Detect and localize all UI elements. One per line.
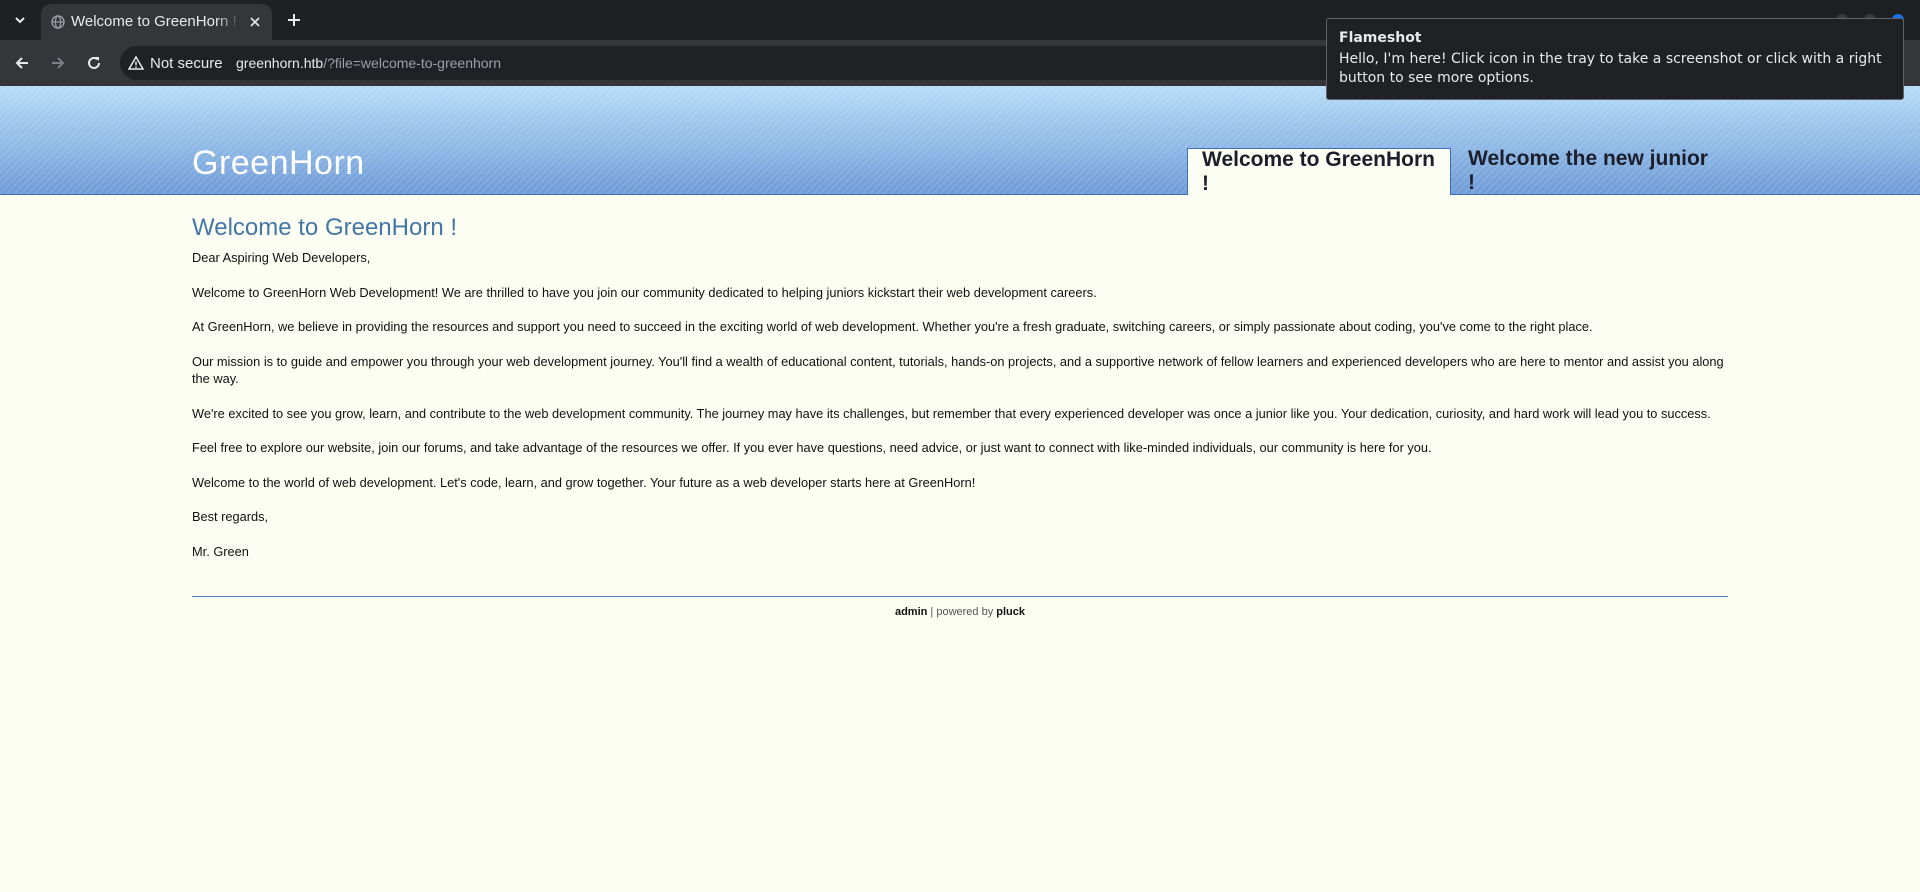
site-header: GreenHorn Welcome to GreenHorn ! Welcome… bbox=[0, 86, 1920, 195]
security-indicator[interactable]: Not secure bbox=[128, 46, 223, 80]
back-icon bbox=[15, 57, 28, 69]
notification-title: Flameshot bbox=[1339, 30, 1422, 46]
flameshot-notification[interactable]: Flameshot Hello, I'm here! Click icon in… bbox=[1326, 18, 1904, 100]
close-tab-button[interactable] bbox=[246, 13, 264, 31]
tab-list-button[interactable] bbox=[4, 8, 36, 32]
url-path: /?file=welcome-to-greenhorn bbox=[323, 55, 502, 71]
paragraph-mission: Our mission is to guide and empower you … bbox=[192, 353, 1724, 387]
notification-body: Hello, I'm here! Click icon in the tray … bbox=[1339, 51, 1882, 86]
reload-button[interactable] bbox=[82, 51, 106, 75]
powered-by-text: | powered by bbox=[927, 606, 997, 618]
paragraph-greeting: Dear Aspiring Web Developers, bbox=[192, 250, 371, 265]
new-tab-button[interactable] bbox=[282, 8, 306, 32]
paragraph-regards: Best regards, bbox=[192, 509, 269, 524]
page-content: Welcome to GreenHorn ! Dear Aspiring Web… bbox=[192, 214, 1728, 577]
forward-button[interactable] bbox=[46, 51, 70, 75]
paragraph-explore: Feel free to explore our website, join o… bbox=[192, 440, 1432, 455]
paragraph-signature: Mr. Green bbox=[192, 543, 249, 559]
paragraph-welcome: Welcome to GreenHorn Web Development! We… bbox=[192, 284, 1097, 300]
forward-icon bbox=[52, 57, 65, 69]
nav-tab-welcome-to-greenhorn[interactable]: Welcome to GreenHorn ! bbox=[1187, 148, 1451, 195]
reload-icon bbox=[88, 56, 100, 69]
back-button[interactable] bbox=[10, 51, 34, 75]
footer: admin | powered by pluck bbox=[0, 606, 1920, 618]
security-label: Not secure bbox=[150, 54, 223, 72]
nav-tab-welcome-new-junior[interactable]: Welcome the new junior ! bbox=[1454, 147, 1726, 194]
footer-divider bbox=[192, 596, 1728, 597]
pluck-link[interactable]: pluck bbox=[996, 606, 1025, 618]
close-icon bbox=[250, 17, 260, 27]
page-heading: Welcome to GreenHorn ! bbox=[192, 214, 457, 241]
url-text[interactable]: greenhorn.htb/?file=welcome-to-greenhorn bbox=[236, 55, 501, 71]
plus-icon bbox=[288, 14, 300, 26]
site-title[interactable]: GreenHorn bbox=[192, 144, 365, 183]
url-host: greenhorn.htb bbox=[236, 55, 324, 71]
globe-icon bbox=[51, 15, 65, 29]
warning-icon bbox=[128, 55, 144, 70]
admin-link[interactable]: admin bbox=[895, 606, 927, 618]
tab-list-icon bbox=[15, 17, 25, 24]
paragraph-closing: Welcome to the world of web development.… bbox=[192, 474, 976, 490]
paragraph-excited: We're excited to see you grow, learn, an… bbox=[192, 405, 1711, 421]
paragraph-belief: At GreenHorn, we believe in providing th… bbox=[192, 319, 1593, 334]
tab-title: Welcome to GreenHorn ! bbox=[71, 13, 237, 30]
browser-tab[interactable]: Welcome to GreenHorn ! bbox=[41, 4, 272, 40]
